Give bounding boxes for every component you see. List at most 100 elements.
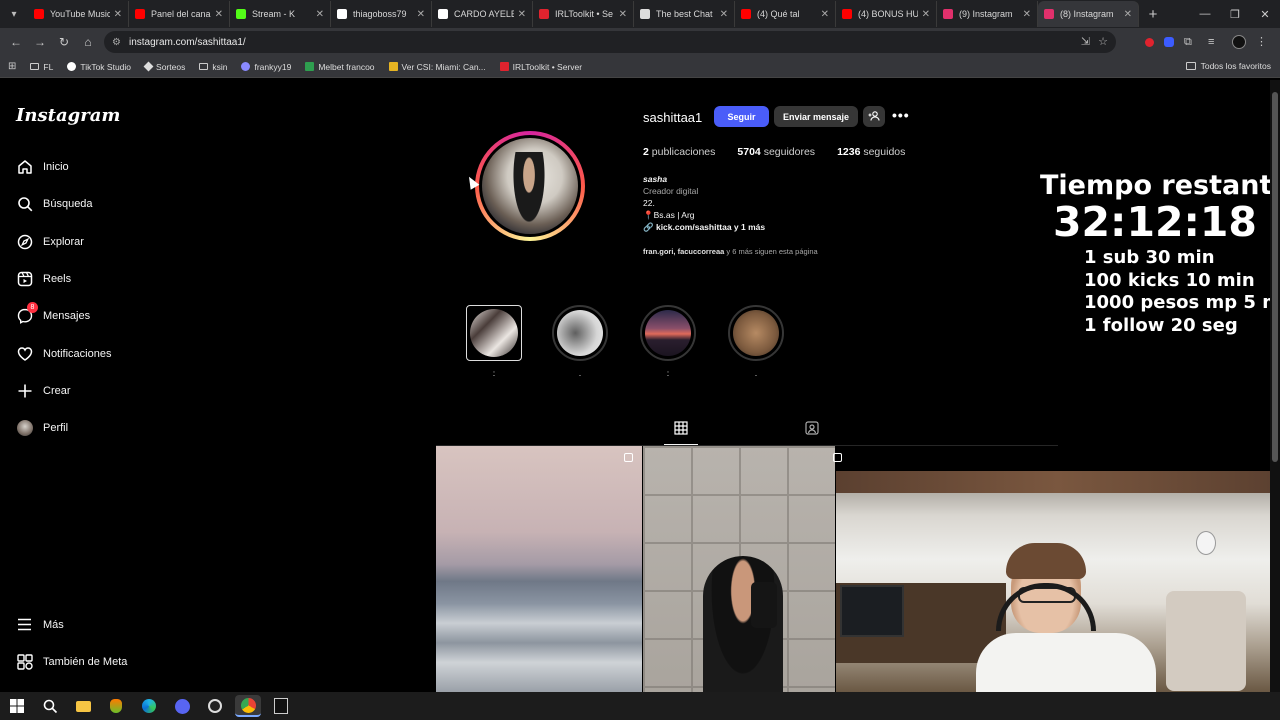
- followed-by[interactable]: fran.gori, facuccorreaa y 6 más siguen e…: [643, 247, 818, 256]
- browser-tab[interactable]: The best Chat ✕: [634, 1, 735, 27]
- address-bar[interactable]: ⚙ instagram.com/sashittaa1/ ⇲ ☆: [104, 31, 1116, 53]
- diamond-icon: [143, 61, 154, 72]
- reels-icon: [16, 270, 33, 287]
- bookmark-item[interactable]: Ver CSI: Miami: Can...: [388, 62, 486, 72]
- followers-stat[interactable]: 5704 seguidores: [737, 146, 815, 158]
- browser-tab[interactable]: Panel del canal ✕: [129, 1, 230, 27]
- tab-title: CARDO AYELEN: [454, 9, 514, 19]
- close-tab-icon[interactable]: ✕: [619, 9, 627, 20]
- suggested-accounts-button[interactable]: [863, 106, 885, 127]
- epic-games-icon[interactable]: [268, 695, 294, 717]
- search-taskbar-icon[interactable]: [37, 695, 63, 717]
- obs-icon[interactable]: [202, 695, 228, 717]
- browser-tab[interactable]: (8) Instagram ✕: [1038, 1, 1139, 27]
- follow-button[interactable]: Seguir: [714, 106, 769, 127]
- tab-title: IRLToolkit • Se: [555, 9, 614, 19]
- sidebar-item-perfil[interactable]: Perfil: [16, 419, 68, 436]
- home-button-icon[interactable]: ⌂: [76, 35, 100, 49]
- folder-icon: [199, 63, 209, 70]
- posts-grid-tab[interactable]: [674, 421, 688, 438]
- more-menu[interactable]: Más: [16, 616, 64, 633]
- story-highlight[interactable]: [640, 305, 696, 361]
- close-tab-icon[interactable]: ✕: [720, 9, 728, 20]
- browser-tab[interactable]: (4) Qué tal ✕: [735, 1, 836, 27]
- bookmark-item[interactable]: Sorteos: [143, 61, 185, 72]
- close-tab-icon[interactable]: ✕: [114, 9, 122, 20]
- extensions-puzzle-icon[interactable]: ⧉: [1184, 35, 1198, 49]
- bookmark-item[interactable]: FL: [30, 62, 53, 72]
- chrome-icon[interactable]: [235, 695, 261, 717]
- reload-icon[interactable]: ↻: [52, 35, 76, 49]
- sidebar-item-crear[interactable]: Crear: [16, 382, 71, 399]
- close-tab-icon[interactable]: ✕: [417, 9, 425, 20]
- browser-menu-icon[interactable]: ⋮: [1256, 35, 1270, 49]
- options-more-button[interactable]: •••: [892, 107, 910, 123]
- apps-grid-icon[interactable]: ⊞: [8, 61, 16, 72]
- close-tab-icon[interactable]: ✕: [316, 9, 324, 20]
- new-tab-button[interactable]: +: [1139, 6, 1167, 23]
- sidebar-item-mensajes[interactable]: 8 Mensajes: [16, 302, 90, 324]
- file-explorer-icon[interactable]: [70, 695, 96, 717]
- heart-icon: [16, 345, 33, 362]
- following-stat[interactable]: 1236 seguidos: [837, 146, 905, 158]
- close-tab-icon[interactable]: ✕: [518, 9, 526, 20]
- edge-icon[interactable]: [136, 695, 162, 717]
- also-from-meta[interactable]: También de Meta: [16, 653, 127, 670]
- browser-tab[interactable]: Stream - K ✕: [230, 1, 331, 27]
- profile-link[interactable]: 🔗 kick.com/sashittaa y 1 más: [643, 221, 765, 233]
- tagged-person-icon: [805, 421, 819, 438]
- start-icon[interactable]: [4, 695, 30, 717]
- bookmark-item[interactable]: frankyy19: [241, 62, 291, 72]
- tab-title: (9) Instagram: [959, 9, 1013, 19]
- close-tab-icon[interactable]: ✕: [821, 9, 829, 20]
- media-queue-icon[interactable]: ≡: [1208, 35, 1222, 49]
- sidebar-item-notificaciones[interactable]: Notificaciones: [16, 345, 111, 362]
- extension-red-icon[interactable]: [1145, 37, 1154, 47]
- profile-name: sasha: [643, 174, 668, 184]
- back-icon[interactable]: ←: [4, 35, 28, 49]
- all-bookmarks[interactable]: Todos los favoritos: [1185, 61, 1271, 71]
- restore-icon[interactable]: ❐: [1220, 8, 1250, 21]
- sidebar-item-explorar[interactable]: Explorar: [16, 233, 84, 250]
- page-scrollbar[interactable]: [1270, 80, 1280, 692]
- profile-avatar-icon[interactable]: [1232, 35, 1246, 49]
- discord-icon[interactable]: [169, 695, 195, 717]
- sidebar-item-reels[interactable]: Reels: [16, 270, 71, 287]
- antivirus-icon[interactable]: [103, 695, 129, 717]
- close-tab-icon[interactable]: ✕: [215, 9, 223, 20]
- browser-tab[interactable]: YouTube Music ✕: [28, 1, 129, 27]
- instagram-logo[interactable]: Instagram: [16, 105, 120, 126]
- bookmark-item[interactable]: TikTok Studio: [67, 62, 131, 72]
- minimize-icon[interactable]: —: [1190, 8, 1220, 20]
- close-window-icon[interactable]: ✕: [1250, 8, 1280, 21]
- send-message-button[interactable]: Enviar mensaje: [774, 106, 858, 127]
- tab-search-icon[interactable]: ▾: [0, 0, 28, 28]
- sidebar-item-busqueda[interactable]: Búsqueda: [16, 195, 93, 212]
- post-thumbnail[interactable]: [436, 446, 642, 692]
- forward-icon[interactable]: →: [28, 35, 52, 49]
- extension-shield-icon[interactable]: [1164, 37, 1174, 47]
- story-highlight[interactable]: [466, 305, 522, 361]
- browser-tab[interactable]: thiagoboss79 ✕: [331, 1, 432, 27]
- bookmark-star-icon[interactable]: ☆: [1098, 35, 1108, 48]
- story-highlight[interactable]: [552, 305, 608, 361]
- close-tab-icon[interactable]: ✕: [1023, 9, 1031, 20]
- bookmark-item[interactable]: IRLToolkit • Server: [499, 62, 582, 72]
- browser-tab[interactable]: CARDO AYELEN ✕: [432, 1, 533, 27]
- site-info-icon[interactable]: ⚙: [112, 37, 121, 48]
- bookmark-item[interactable]: ksin: [199, 62, 227, 72]
- browser-tab[interactable]: (9) Instagram ✕: [937, 1, 1038, 27]
- post-thumbnail[interactable]: [643, 446, 835, 692]
- close-tab-icon[interactable]: ✕: [1124, 9, 1132, 20]
- tab-favicon-icon: [236, 9, 246, 19]
- browser-tab[interactable]: IRLToolkit • Se ✕: [533, 1, 634, 27]
- browser-tab[interactable]: (4) BONUS HU ✕: [836, 1, 937, 27]
- install-app-icon[interactable]: ⇲: [1081, 35, 1090, 48]
- profile-avatar[interactable]: [475, 131, 585, 241]
- tab-title: (8) Instagram: [1060, 9, 1114, 19]
- bookmark-item[interactable]: Melbet francoo: [305, 62, 375, 72]
- tagged-tab[interactable]: [805, 421, 819, 438]
- sidebar-item-inicio[interactable]: Inicio: [16, 158, 69, 175]
- story-highlight[interactable]: [728, 305, 784, 361]
- close-tab-icon[interactable]: ✕: [922, 9, 930, 20]
